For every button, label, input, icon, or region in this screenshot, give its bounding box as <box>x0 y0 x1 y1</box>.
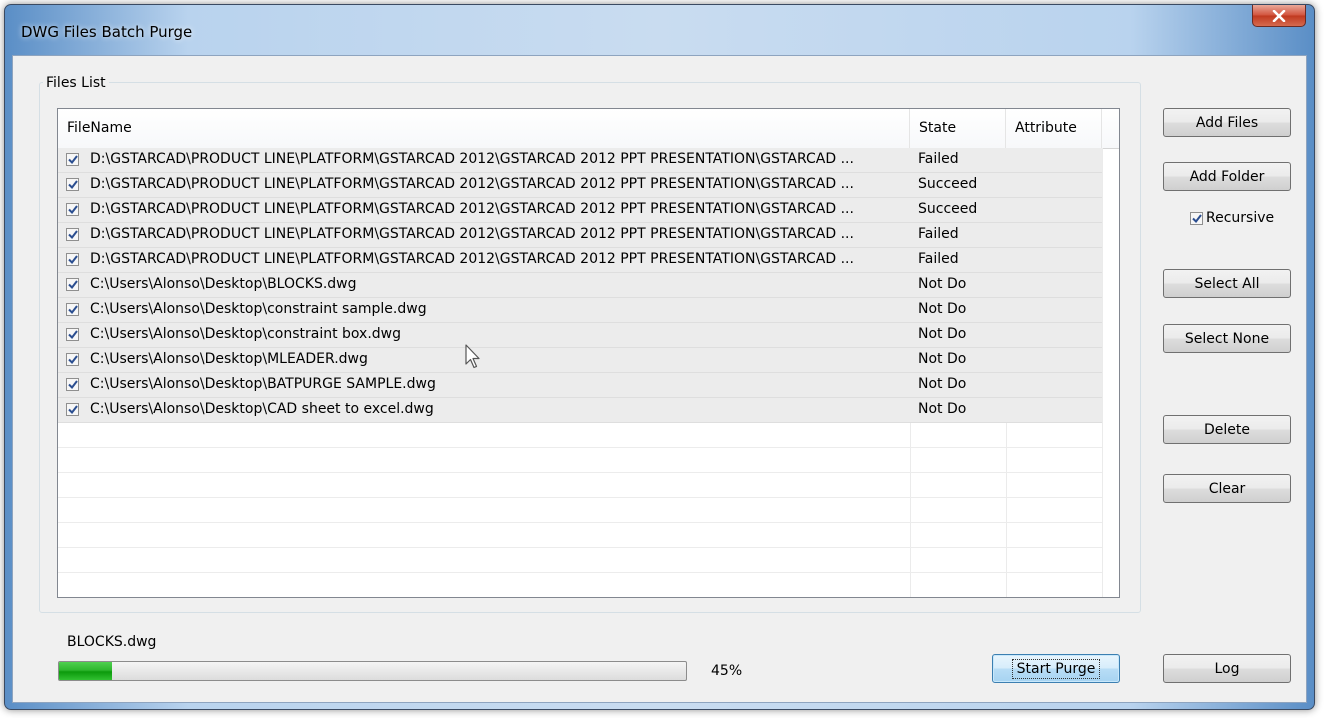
row-state: Failed <box>918 226 959 242</box>
list-row[interactable]: C:\Users\Alonso\Desktop\constraint sampl… <box>58 298 1102 323</box>
checkmark-icon <box>67 280 78 289</box>
row-filename: D:\GSTARCAD\PRODUCT LINE\PLATFORM\GSTARC… <box>90 201 854 217</box>
checkmark-icon <box>67 205 78 214</box>
checkmark-icon <box>67 305 78 314</box>
column-header-filename[interactable]: FileName <box>58 109 910 148</box>
checkmark-icon <box>67 255 78 264</box>
checkmark-icon <box>67 380 78 389</box>
files-list-view[interactable]: FileName State Attribute D:\GSTARCAD\PRO… <box>57 108 1120 598</box>
row-filename: C:\Users\Alonso\Desktop\constraint box.d… <box>90 326 402 342</box>
clear-button[interactable]: Clear <box>1163 474 1291 503</box>
start-purge-label: Start Purge <box>1011 658 1101 679</box>
row-state: Not Do <box>918 301 967 317</box>
checkmark-icon <box>1191 213 1202 223</box>
row-checkbox[interactable] <box>66 178 79 191</box>
empty-list-row <box>58 423 1102 448</box>
empty-list-row <box>58 448 1102 473</box>
row-state: Not Do <box>918 376 967 392</box>
row-state: Succeed <box>918 201 978 217</box>
row-checkbox[interactable] <box>66 403 79 416</box>
row-checkbox[interactable] <box>66 328 79 341</box>
checkmark-icon <box>67 405 78 414</box>
add-files-button[interactable]: Add Files <box>1163 108 1291 137</box>
row-filename: C:\Users\Alonso\Desktop\MLEADER.dwg <box>90 351 368 367</box>
row-state: Failed <box>918 151 959 167</box>
row-checkbox[interactable] <box>66 203 79 216</box>
window-title: DWG Files Batch Purge <box>21 23 193 41</box>
list-row[interactable]: D:\GSTARCAD\PRODUCT LINE\PLATFORM\GSTARC… <box>58 223 1102 248</box>
current-file-label: BLOCKS.dwg <box>67 634 157 650</box>
progress-bar-fill <box>59 662 113 680</box>
progress-percent: 45% <box>711 663 743 679</box>
list-row[interactable]: C:\Users\Alonso\Desktop\CAD sheet to exc… <box>58 398 1102 423</box>
list-row[interactable]: D:\GSTARCAD\PRODUCT LINE\PLATFORM\GSTARC… <box>58 248 1102 273</box>
row-state: Not Do <box>918 401 967 417</box>
empty-list-row <box>58 548 1102 573</box>
select-all-button[interactable]: Select All <box>1163 269 1291 298</box>
list-row[interactable]: C:\Users\Alonso\Desktop\BLOCKS.dwg Not Do <box>58 273 1102 298</box>
close-icon <box>1272 9 1286 22</box>
list-row[interactable]: D:\GSTARCAD\PRODUCT LINE\PLATFORM\GSTARC… <box>58 198 1102 223</box>
delete-button[interactable]: Delete <box>1163 415 1291 444</box>
select-none-button[interactable]: Select None <box>1163 324 1291 353</box>
empty-list-row <box>58 573 1102 597</box>
row-checkbox[interactable] <box>66 253 79 266</box>
row-filename: D:\GSTARCAD\PRODUCT LINE\PLATFORM\GSTARC… <box>90 226 854 242</box>
row-checkbox[interactable] <box>66 378 79 391</box>
app-window: DWG Files Batch Purge Files List FileNam… <box>4 4 1315 710</box>
column-header-state[interactable]: State <box>910 109 1006 148</box>
log-button[interactable]: Log <box>1163 654 1291 683</box>
add-folder-button[interactable]: Add Folder <box>1163 162 1291 191</box>
row-state: Not Do <box>918 276 967 292</box>
list-header: FileName State Attribute <box>58 109 1119 149</box>
list-row[interactable]: C:\Users\Alonso\Desktop\constraint box.d… <box>58 323 1102 348</box>
recursive-check-box[interactable] <box>1190 211 1203 225</box>
files-list-label: Files List <box>43 75 109 91</box>
empty-list-row <box>58 498 1102 523</box>
recursive-label: Recursive <box>1206 210 1275 226</box>
checkmark-icon <box>67 355 78 364</box>
column-header-attribute[interactable]: Attribute <box>1006 109 1102 148</box>
row-checkbox[interactable] <box>66 278 79 291</box>
list-row[interactable]: D:\GSTARCAD\PRODUCT LINE\PLATFORM\GSTARC… <box>58 148 1102 173</box>
progress-bar <box>58 661 687 681</box>
dialog-body: Files List FileName State Attribute D:\G… <box>12 55 1307 703</box>
checkmark-icon <box>67 155 78 164</box>
row-checkbox[interactable] <box>66 303 79 316</box>
row-filename: C:\Users\Alonso\Desktop\BLOCKS.dwg <box>90 276 357 292</box>
row-checkbox[interactable] <box>66 353 79 366</box>
list-row[interactable]: C:\Users\Alonso\Desktop\MLEADER.dwg Not D… <box>58 348 1102 373</box>
list-row[interactable]: C:\Users\Alonso\Desktop\BATPURGE SAMPLE.… <box>58 373 1102 398</box>
row-state: Not Do <box>918 351 967 367</box>
checkmark-icon <box>67 330 78 339</box>
row-state: Succeed <box>918 176 978 192</box>
checkmark-icon <box>67 180 78 189</box>
start-purge-button[interactable]: Start Purge <box>992 654 1120 683</box>
mouse-pointer-icon <box>465 344 480 369</box>
row-filename: C:\Users\Alonso\Desktop\BATPURGE SAMPLE.… <box>90 376 436 392</box>
checkmark-icon <box>67 230 78 239</box>
empty-list-row <box>58 473 1102 498</box>
title-bar[interactable]: DWG Files Batch Purge <box>5 5 1314 55</box>
row-state: Failed <box>918 251 959 267</box>
column-divider <box>1102 148 1103 597</box>
row-filename: D:\GSTARCAD\PRODUCT LINE\PLATFORM\GSTARC… <box>90 251 854 267</box>
row-checkbox[interactable] <box>66 228 79 241</box>
row-filename: D:\GSTARCAD\PRODUCT LINE\PLATFORM\GSTARC… <box>90 151 854 167</box>
empty-list-row <box>58 523 1102 548</box>
row-state: Not Do <box>918 326 967 342</box>
close-button[interactable] <box>1252 5 1306 27</box>
recursive-checkbox[interactable]: Recursive <box>1190 210 1274 226</box>
row-checkbox[interactable] <box>66 153 79 166</box>
list-row[interactable]: D:\GSTARCAD\PRODUCT LINE\PLATFORM\GSTARC… <box>58 173 1102 198</box>
row-filename: C:\Users\Alonso\Desktop\CAD sheet to exc… <box>90 401 434 417</box>
row-filename: C:\Users\Alonso\Desktop\constraint sampl… <box>90 301 427 317</box>
row-filename: D:\GSTARCAD\PRODUCT LINE\PLATFORM\GSTARC… <box>90 176 854 192</box>
